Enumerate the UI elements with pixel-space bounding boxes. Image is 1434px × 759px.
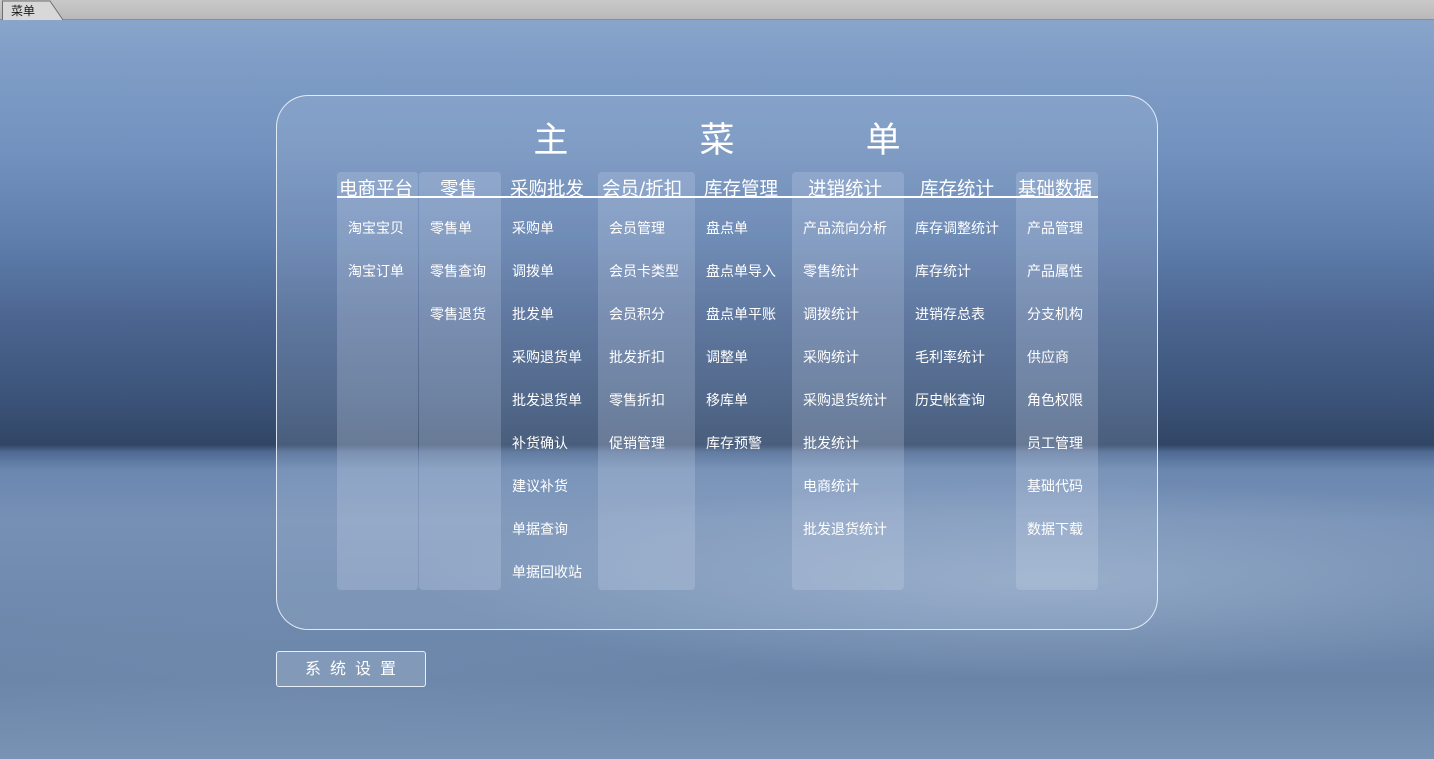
menu-item[interactable]: 毛利率统计 bbox=[915, 347, 985, 367]
menu-item[interactable]: 员工管理 bbox=[1027, 433, 1083, 453]
tab-bar: 菜单 bbox=[0, 0, 1434, 21]
menu-item[interactable]: 单据查询 bbox=[512, 519, 568, 539]
menu-item[interactable]: 盘点单平账 bbox=[706, 304, 776, 324]
menu-item[interactable]: 会员管理 bbox=[609, 218, 665, 238]
menu-item[interactable]: 批发折扣 bbox=[609, 347, 665, 367]
menu-item[interactable]: 会员积分 bbox=[609, 304, 665, 324]
menu-item[interactable]: 产品管理 bbox=[1027, 218, 1083, 238]
menu-item[interactable]: 基础代码 bbox=[1027, 476, 1083, 496]
tab-menu[interactable]: 菜单 bbox=[2, 0, 64, 21]
menu-item[interactable]: 角色权限 bbox=[1027, 390, 1083, 410]
menu-item[interactable]: 零售查询 bbox=[430, 261, 486, 281]
page-title: 主 菜 单 bbox=[533, 121, 961, 161]
menu-item[interactable]: 补货确认 bbox=[512, 433, 568, 453]
menu-item[interactable]: 产品属性 bbox=[1027, 261, 1083, 281]
menu-item[interactable]: 盘点单 bbox=[706, 218, 748, 238]
menu-item[interactable]: 零售单 bbox=[430, 218, 472, 238]
menu-item[interactable]: 调拨统计 bbox=[803, 304, 859, 324]
menu-item[interactable]: 历史帐查询 bbox=[915, 390, 985, 410]
menu-item[interactable]: 进销存总表 bbox=[915, 304, 985, 324]
menu-item[interactable]: 数据下载 bbox=[1027, 519, 1083, 539]
menu-item[interactable]: 淘宝宝贝 bbox=[348, 218, 404, 238]
menu-item[interactable]: 采购单 bbox=[512, 218, 554, 238]
header-underline bbox=[337, 196, 1098, 198]
menu-item[interactable]: 库存统计 bbox=[915, 261, 971, 281]
menu-item[interactable]: 库存预警 bbox=[706, 433, 762, 453]
menu-item[interactable]: 分支机构 bbox=[1027, 304, 1083, 324]
menu-item[interactable]: 采购退货统计 bbox=[803, 390, 887, 410]
menu-item[interactable]: 批发统计 bbox=[803, 433, 859, 453]
menu-item[interactable]: 促销管理 bbox=[609, 433, 665, 453]
system-settings-button[interactable]: 系统设置 bbox=[276, 651, 426, 687]
menu-item[interactable]: 零售统计 bbox=[803, 261, 859, 281]
menu-item[interactable]: 零售折扣 bbox=[609, 390, 665, 410]
menu-item[interactable]: 调整单 bbox=[706, 347, 748, 367]
menu-item[interactable]: 批发单 bbox=[512, 304, 554, 324]
menu-item[interactable]: 产品流向分析 bbox=[803, 218, 887, 238]
menu-item[interactable]: 采购统计 bbox=[803, 347, 859, 367]
menu-item[interactable]: 建议补货 bbox=[512, 476, 568, 496]
menu-item[interactable]: 盘点单导入 bbox=[706, 261, 776, 281]
menu-item[interactable]: 批发退货统计 bbox=[803, 519, 887, 539]
menu-item[interactable]: 采购退货单 bbox=[512, 347, 582, 367]
menu-item[interactable]: 电商统计 bbox=[803, 476, 859, 496]
menu-item[interactable]: 单据回收站 bbox=[512, 562, 582, 582]
tab-label: 菜单 bbox=[11, 4, 36, 18]
menu-item[interactable]: 调拨单 bbox=[512, 261, 554, 281]
menu-item[interactable]: 零售退货 bbox=[430, 304, 486, 324]
menu-item[interactable]: 库存调整统计 bbox=[915, 218, 999, 238]
menu-item[interactable]: 批发退货单 bbox=[512, 390, 582, 410]
menu-item[interactable]: 会员卡类型 bbox=[609, 261, 679, 281]
menu-item[interactable]: 淘宝订单 bbox=[348, 261, 404, 281]
menu-item[interactable]: 供应商 bbox=[1027, 347, 1069, 367]
menu-item[interactable]: 移库单 bbox=[706, 390, 748, 410]
